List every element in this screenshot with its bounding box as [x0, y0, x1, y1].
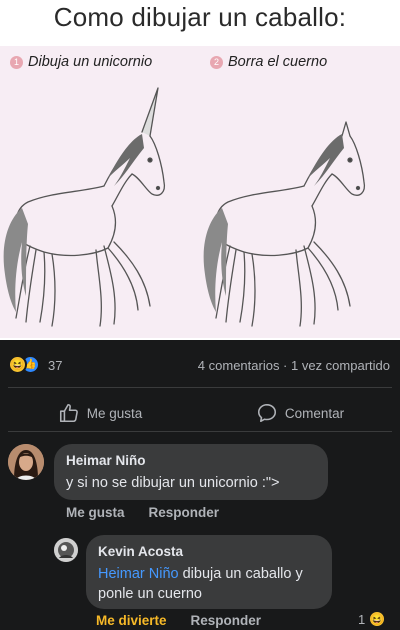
like-button[interactable]: Me gusta: [0, 398, 200, 428]
comment-author[interactable]: Heimar Niño: [66, 453, 316, 468]
step-2-caption: 2 Borra el cuerno: [210, 54, 327, 70]
post-stats[interactable]: 4 comentarios · 1 vez compartido: [198, 358, 390, 373]
comment-reply-button[interactable]: Responder: [149, 505, 220, 520]
comment-text: Heimar Niño dibuja un caballo y ponle un…: [98, 564, 320, 604]
step-number-badge: 2: [210, 55, 223, 69]
speech-bubble-icon: [257, 403, 276, 423]
step-1-panel: 1 Dibuja un unicornio: [0, 46, 200, 338]
step-2-panel: 2 Borra el cuerno: [200, 46, 400, 338]
comment-bubble[interactable]: Kevin Acosta Heimar Niño dibuja un cabal…: [86, 535, 332, 609]
avatar[interactable]: [8, 444, 44, 480]
person-avatar-icon: [8, 444, 44, 480]
avatar[interactable]: [54, 538, 78, 562]
step-1-label: Dibuja un unicornio: [28, 54, 153, 70]
comment-reaction-summary[interactable]: 1 😆: [358, 610, 387, 628]
comment-like-button[interactable]: Me gusta: [66, 505, 125, 520]
comment-reaction-count: 1: [358, 611, 366, 627]
like-button-label: Me gusta: [86, 405, 143, 421]
comment-author[interactable]: Kevin Acosta: [98, 544, 320, 559]
step-number-badge: 1: [10, 55, 23, 69]
haha-icon: 😆: [8, 355, 27, 374]
horse-drawing: [203, 121, 366, 327]
step-1-caption: 1 Dibuja un unicornio: [10, 54, 152, 70]
haha-icon: 😆: [368, 610, 387, 628]
thumbs-up-icon: [59, 403, 78, 423]
comment-text: y si no se dibujar un unicornio :">: [66, 475, 280, 491]
comment-button-label: Comentar: [284, 405, 345, 421]
divider: [8, 431, 392, 432]
comment-actions: Me gusta Responder: [66, 505, 219, 520]
unicorn-drawing: [3, 87, 166, 327]
reaction-icons: 😆 👍: [8, 355, 44, 375]
reaction-count: 37: [48, 357, 63, 373]
meme-image[interactable]: Como dibujar un caballo: 1 Dibuja un uni…: [0, 0, 400, 340]
divider: [8, 387, 392, 388]
post-actions: Me gusta Comentar: [0, 398, 400, 428]
comment-button[interactable]: Comentar: [200, 398, 400, 428]
person-avatar-icon: [54, 538, 78, 562]
mention-link[interactable]: Heimar Niño: [98, 566, 179, 582]
step-2-label: Borra el cuerno: [228, 54, 328, 70]
comment-bubble[interactable]: Heimar Niño y si no se dibujar un unicor…: [54, 444, 328, 500]
comment-actions: Me divierte Responder: [96, 613, 261, 628]
meme-title: Como dibujar un caballo:: [53, 2, 347, 32]
post-footer: 😆 👍 37 4 comentarios · 1 vez compartido …: [0, 340, 400, 630]
comment-reaction-button[interactable]: Me divierte: [96, 613, 167, 628]
comment-reply-button[interactable]: Responder: [191, 613, 262, 628]
reaction-summary[interactable]: 😆 👍 37 4 comentarios · 1 vez compartido: [8, 354, 390, 376]
